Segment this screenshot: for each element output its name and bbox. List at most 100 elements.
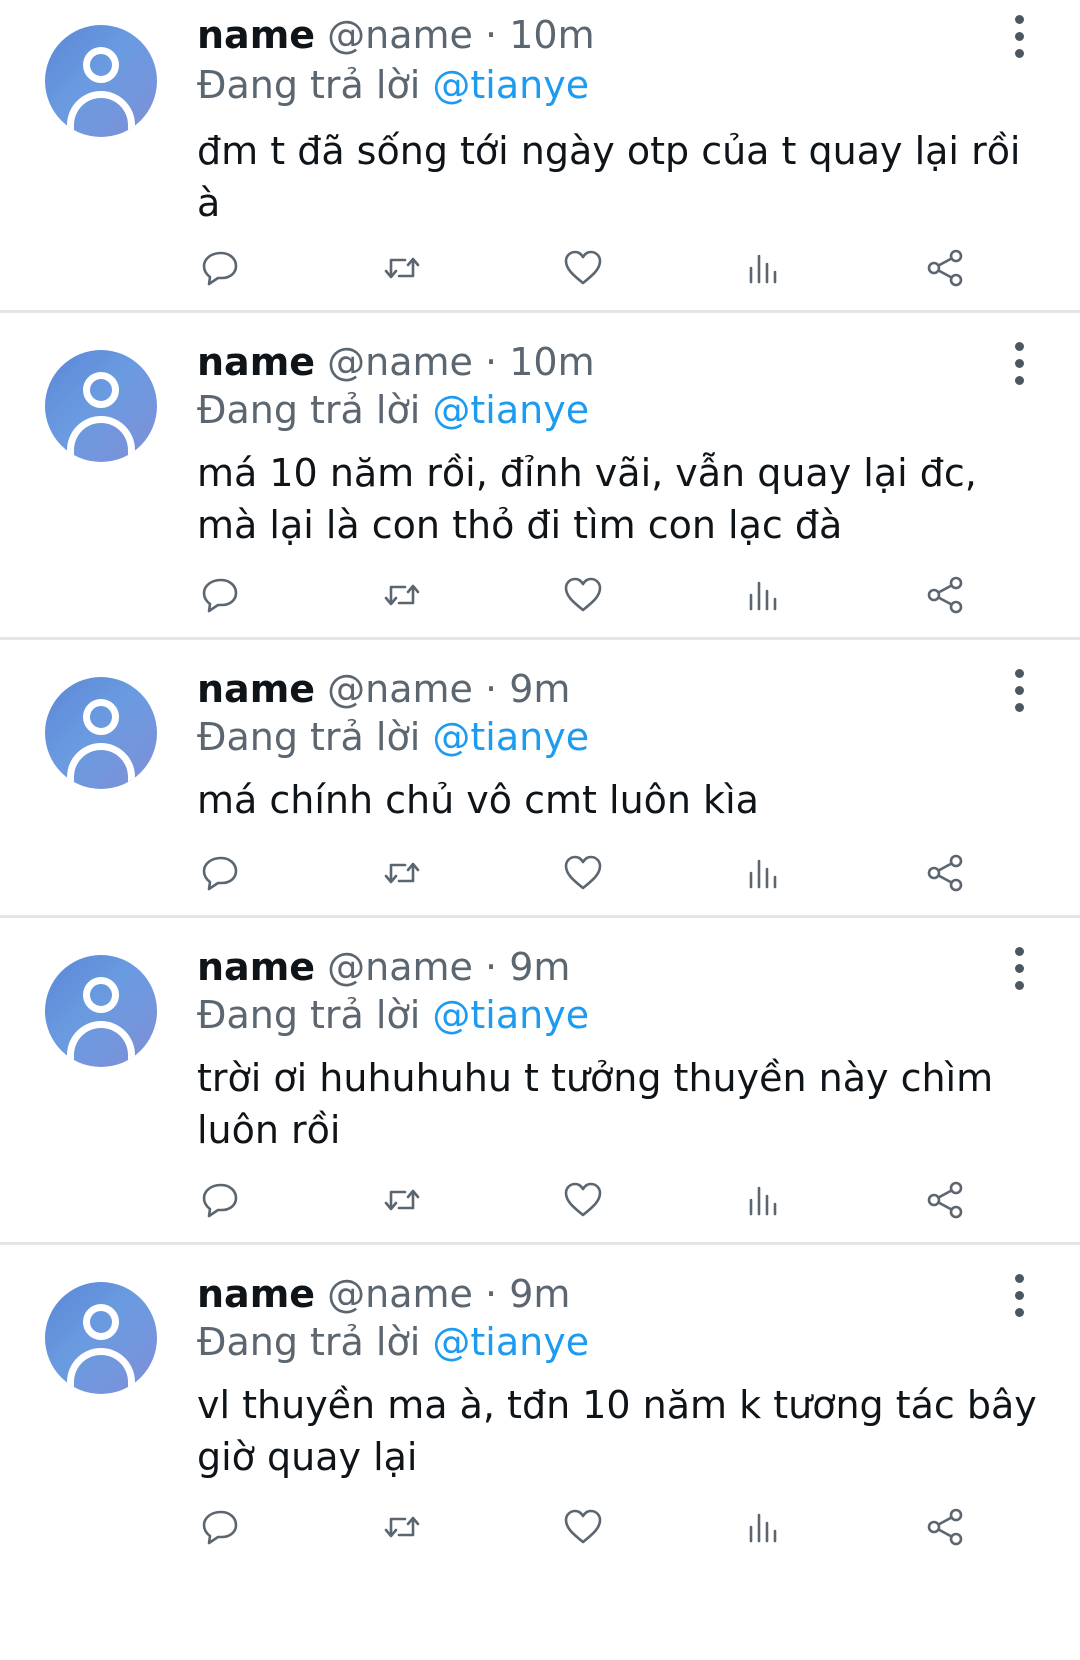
tweet-text: má 10 năm rồi, đỉnh vãi, vẫn quay lại đc… (197, 451, 977, 547)
reply-context: Đang trả lời @tianye (197, 385, 589, 435)
tweet-text: đm t đã sống tới ngày otp của t quay lại… (197, 129, 1021, 225)
heart-icon (564, 250, 602, 285)
separator-dot: · (485, 340, 498, 384)
user-handle[interactable]: @name (327, 667, 473, 711)
default-profile-icon (83, 699, 119, 735)
reply-icon (202, 578, 238, 613)
reply-tweet[interactable]: name @name · 9m Đang trả lời @tianye má … (0, 640, 1080, 918)
reply-feed: name @name · 10m Đang trả lời @tianye đm… (0, 0, 1080, 1660)
avatar[interactable] (45, 955, 157, 1067)
tweet-text: trời ơi huhuhuhu t tưởng thuyền này chìm… (197, 1056, 994, 1152)
like-button[interactable] (555, 240, 611, 296)
heart-icon (564, 855, 602, 890)
more-vertical-icon[interactable] (1000, 339, 1040, 389)
timestamp[interactable]: 10m (509, 340, 594, 384)
views-button[interactable] (736, 1499, 792, 1555)
retweet-button[interactable] (374, 1499, 430, 1555)
reply-button[interactable] (193, 845, 249, 901)
reply-mention-link[interactable]: @tianye (432, 63, 589, 107)
reply-tweet[interactable]: name @name · 10m Đang trả lời @tianye má… (0, 313, 1080, 640)
views-button[interactable] (736, 240, 792, 296)
timestamp[interactable]: 9m (509, 1272, 570, 1316)
default-profile-icon (83, 47, 119, 83)
retweet-icon (384, 862, 420, 884)
action-bar (0, 1172, 1080, 1232)
share-button[interactable] (917, 1172, 973, 1228)
reply-mention-link[interactable]: @tianye (432, 388, 589, 432)
views-button[interactable] (736, 1172, 792, 1228)
share-button[interactable] (917, 1499, 973, 1555)
avatar[interactable] (45, 350, 157, 462)
display-name[interactable]: name (197, 340, 315, 384)
more-vertical-icon[interactable] (1000, 12, 1040, 62)
share-button[interactable] (917, 567, 973, 623)
more-vertical-icon[interactable] (1000, 1271, 1040, 1321)
views-button[interactable] (736, 567, 792, 623)
tweet-text: má chính chủ vô cmt luôn kìa (197, 778, 759, 822)
action-bar (0, 845, 1080, 905)
avatar[interactable] (45, 1282, 157, 1394)
retweet-button[interactable] (374, 845, 430, 901)
reply-prefix: Đang trả lời (197, 715, 421, 759)
display-name[interactable]: name (197, 1272, 315, 1316)
reply-tweet[interactable]: name @name · 9m Đang trả lời @tianye vl … (0, 1245, 1080, 1660)
reply-tweet[interactable]: name @name · 10m Đang trả lời @tianye đm… (0, 0, 1080, 313)
tweet-header: name @name · 10m (197, 337, 595, 387)
avatar[interactable] (45, 677, 157, 789)
like-button[interactable] (555, 567, 611, 623)
reply-button[interactable] (193, 240, 249, 296)
display-name[interactable]: name (197, 667, 315, 711)
views-button[interactable] (736, 845, 792, 901)
retweet-button[interactable] (374, 567, 430, 623)
retweet-icon (384, 1516, 420, 1538)
reply-mention-link[interactable]: @tianye (432, 993, 589, 1037)
reply-icon (202, 856, 238, 891)
user-handle[interactable]: @name (327, 945, 473, 989)
reply-tweet[interactable]: name @name · 9m Đang trả lời @tianye trờ… (0, 918, 1080, 1245)
timestamp[interactable]: 9m (509, 945, 570, 989)
tweet-header: name @name · 9m (197, 664, 570, 714)
reply-button[interactable] (193, 1499, 249, 1555)
display-name[interactable]: name (197, 945, 315, 989)
default-profile-icon (83, 372, 119, 408)
like-button[interactable] (555, 1499, 611, 1555)
like-button[interactable] (555, 845, 611, 901)
more-vertical-icon[interactable] (1000, 666, 1040, 716)
reply-icon (202, 251, 238, 286)
share-icon (927, 1181, 963, 1219)
retweet-icon (384, 584, 420, 606)
views-chart-icon (749, 581, 777, 611)
share-icon (927, 1508, 963, 1546)
separator-dot: · (485, 13, 498, 57)
like-button[interactable] (555, 1172, 611, 1228)
share-icon (927, 576, 963, 614)
tweet-text: vl thuyền ma à, tđn 10 năm k tương tác b… (197, 1383, 1037, 1479)
user-handle[interactable]: @name (327, 1272, 473, 1316)
user-handle[interactable]: @name (327, 340, 473, 384)
user-handle[interactable]: @name (327, 13, 473, 57)
share-button[interactable] (917, 845, 973, 901)
reply-icon (202, 1183, 238, 1218)
action-bar (0, 1499, 1080, 1559)
share-icon (927, 854, 963, 892)
timestamp[interactable]: 10m (509, 13, 594, 57)
retweet-button[interactable] (374, 1172, 430, 1228)
retweet-button[interactable] (374, 240, 430, 296)
reply-context: Đang trả lời @tianye (197, 990, 589, 1040)
share-button[interactable] (917, 240, 973, 296)
default-profile-icon (83, 1304, 119, 1340)
separator-dot: · (485, 1272, 498, 1316)
share-icon (927, 249, 963, 287)
reply-mention-link[interactable]: @tianye (432, 1320, 589, 1364)
heart-icon (564, 1182, 602, 1217)
display-name[interactable]: name (197, 13, 315, 57)
timestamp[interactable]: 9m (509, 667, 570, 711)
avatar[interactable] (45, 25, 157, 137)
heart-icon (564, 1509, 602, 1544)
more-vertical-icon[interactable] (1000, 944, 1040, 994)
separator-dot: · (485, 945, 498, 989)
reply-mention-link[interactable]: @tianye (432, 715, 589, 759)
views-chart-icon (749, 254, 777, 284)
reply-button[interactable] (193, 1172, 249, 1228)
reply-button[interactable] (193, 567, 249, 623)
